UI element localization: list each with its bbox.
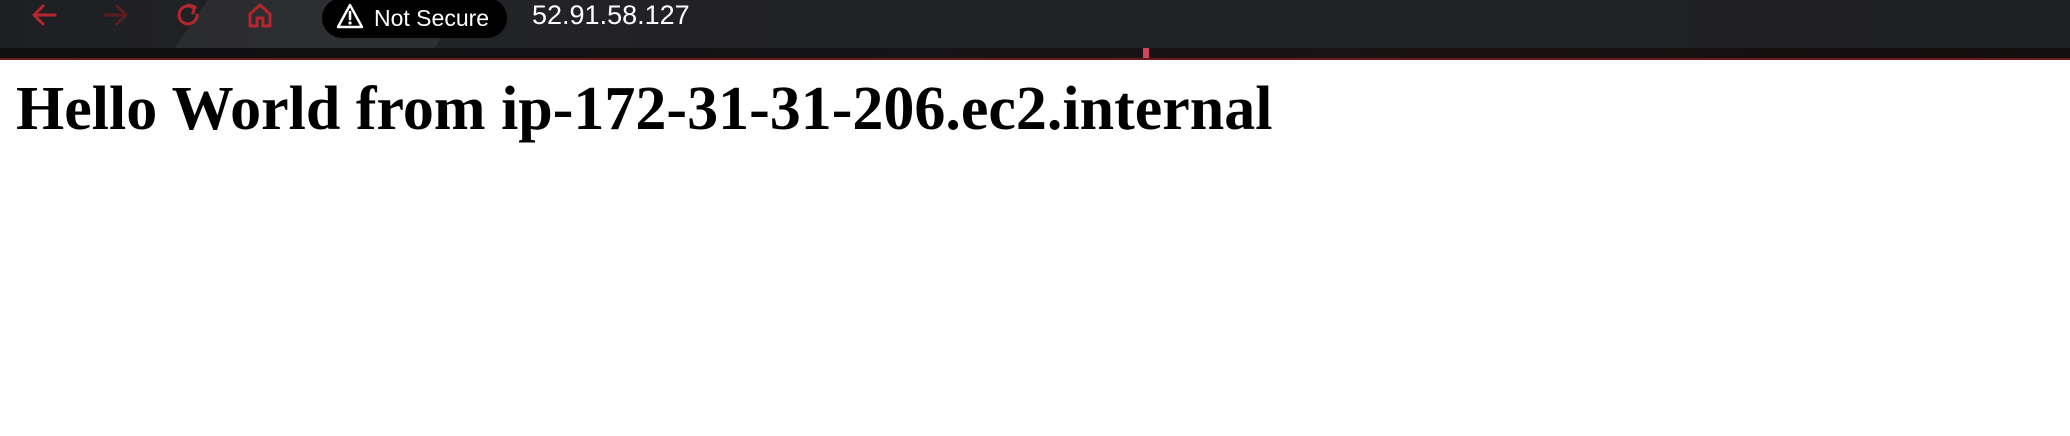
reload-icon bbox=[174, 1, 202, 29]
arrow-right-icon bbox=[103, 3, 129, 27]
page-content: Hello World from ip-172-31-31-206.ec2.in… bbox=[0, 60, 2070, 436]
forward-button[interactable] bbox=[96, 0, 136, 30]
browser-toolbar: Not Secure 52.91.58.127 bbox=[0, 0, 2070, 60]
warning-triangle-icon bbox=[336, 3, 364, 34]
page-heading: Hello World from ip-172-31-31-206.ec2.in… bbox=[16, 75, 1273, 143]
address-bar-url[interactable]: 52.91.58.127 bbox=[532, 0, 690, 30]
home-icon bbox=[246, 1, 274, 29]
back-button[interactable] bbox=[24, 0, 64, 30]
reload-button[interactable] bbox=[168, 0, 208, 30]
home-button[interactable] bbox=[240, 0, 280, 30]
security-label: Not Secure bbox=[374, 4, 490, 31]
arrow-left-icon bbox=[31, 3, 57, 27]
site-security-indicator[interactable]: Not Secure bbox=[322, 0, 508, 38]
